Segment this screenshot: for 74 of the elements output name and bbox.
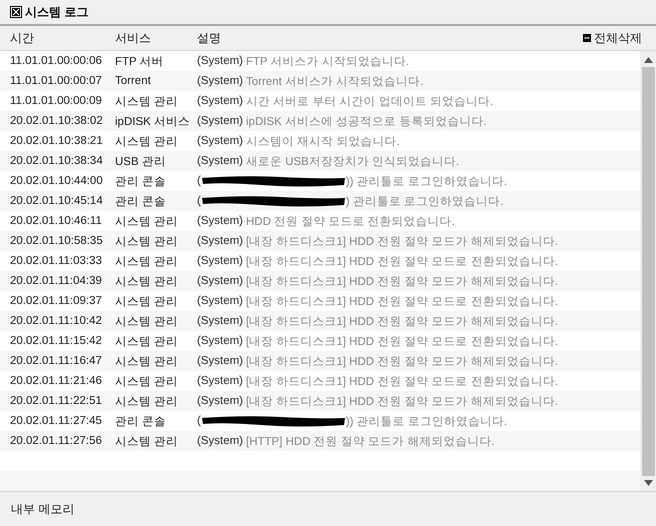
description-cell-text: )) 관리툴로 로그인하였습니다. <box>346 414 508 428</box>
description-cell-text: (System) [내장 하드디스크1] HDD 전원 절약 모드가 해제되었습니다. <box>197 234 558 248</box>
time-cell-text: 20.02.01.11:21:46 <box>10 375 103 387</box>
service-cell-text: 시스템 관리 <box>115 294 180 308</box>
description-cell-text: (System) [내장 하드디스크1] HDD 전원 절약 모드로 전환되었습니다. <box>197 254 558 268</box>
time-cell-text: 20.02.01.11:09:37 <box>10 295 103 307</box>
service-cell-text: 시스템 관리 <box>115 94 180 108</box>
column-header: 시간 <box>10 30 35 46</box>
service-cell-text: 시스템 관리 <box>115 254 180 268</box>
time-cell-text: 20.02.01.11:03:33 <box>10 255 103 267</box>
service-cell-text: 관리 콘솔 <box>115 174 168 188</box>
time-cell-text: 20.02.01.11:27:56 <box>10 435 103 447</box>
source-text: ( <box>197 175 201 187</box>
service-cell-text: 관리 콘솔 <box>115 194 168 208</box>
time-cell-text: 11.01.01.00:00:09 <box>10 95 103 107</box>
description-cell-text: (System) 시스템이 재시작 되었습니다. <box>197 134 400 148</box>
source-text: ( <box>197 195 201 207</box>
time-cell-text: 11.01.01.00:00:06 <box>10 55 103 67</box>
time-cell-text: 20.02.01.11:22:51 <box>10 395 103 407</box>
service-cell-text: 시스템 관리 <box>115 394 180 408</box>
scroll-down-icon[interactable] <box>644 480 652 486</box>
service-cell-text: 시스템 관리 <box>115 214 180 228</box>
service-cell-text: USB 관리 <box>115 154 167 168</box>
column-header: 서비스 <box>115 30 152 46</box>
description-cell-text: (System) [내장 하드디스크1] HDD 전원 절약 모드가 해제되었습니다. <box>197 274 558 288</box>
description-cell-text: (System) [내장 하드디스크1] HDD 전원 절약 모드가 해제되었습니다. <box>197 314 558 328</box>
time-cell-text: 11.01.01.00:00:07 <box>10 75 103 87</box>
description-cell-text: (System) FTP 서비스가 시작되었습니다. <box>197 54 410 68</box>
description-cell-text: (System) Torrent 서비스가 시작되었습니다. <box>197 74 424 88</box>
description-cell-text: (System) [HTTP] HDD 전원 절약 모드가 해제되었습니다. <box>197 434 494 448</box>
time-cell-text: 20.02.01.11:04:39 <box>10 275 103 287</box>
minus-square-icon <box>583 34 591 42</box>
time-cell-text: 20.02.01.11:15:42 <box>10 335 103 347</box>
time-cell-text: 20.02.01.11:16:47 <box>10 355 103 367</box>
service-cell-text: 시스템 관리 <box>115 434 180 448</box>
time-cell-text: 20.02.01.10:44:00 <box>10 175 104 187</box>
time-cell-text: 20.02.01.11:27:45 <box>10 415 103 427</box>
description-cell-text: (System) [내장 하드디스크1] HDD 전원 절약 모드가 해제되었습니다. <box>197 354 558 368</box>
source-text: ( <box>197 415 201 427</box>
log-icon <box>10 6 22 18</box>
time-cell-text: 20.02.01.10:58:35 <box>10 235 104 247</box>
service-cell-text: 시스템 관리 <box>115 354 180 368</box>
description-cell-text: ) 관리툴로 로그인하였습니다. <box>346 194 504 208</box>
column-header: 설명 <box>197 30 222 46</box>
description-cell-text: (System) HDD 전원 절약 모드로 전환되었습니다. <box>197 214 455 228</box>
time-cell-text: 20.02.01.10:38:02 <box>10 115 104 127</box>
service-cell-text: 시스템 관리 <box>115 274 180 288</box>
service-cell-text: FTP 서버 <box>115 54 165 68</box>
service-cell-text: 시스템 관리 <box>115 234 180 248</box>
description-cell-text: )) 관리툴로 로그인하였습니다. <box>346 174 508 188</box>
service-cell-text: 시스템 관리 <box>115 134 180 148</box>
description-cell-text: (System) ipDISK 서비스에 성공적으로 등록되었습니다. <box>197 114 487 128</box>
service-cell-text: Torrent <box>115 75 152 87</box>
service-cell-text: 시스템 관리 <box>115 374 180 388</box>
time-cell-text: 20.02.01.10:38:34 <box>10 155 104 167</box>
description-cell-text: (System) [내장 하드디스크1] HDD 전원 절약 모드로 전환되었습니다. <box>197 374 558 388</box>
service-cell-text: 시스템 관리 <box>115 334 180 348</box>
delete-all-button[interactable]: 전체삭제 <box>583 30 642 46</box>
description-cell-text: (System) 새로운 USB저장장치가 인식되었습니다. <box>197 154 460 168</box>
time-cell-text: 20.02.01.10:45:14 <box>10 195 104 207</box>
scroll-up-icon[interactable] <box>644 57 652 63</box>
description-cell-text: (System) [내장 하드디스크1] HDD 전원 절약 모드로 전환되었습니다. <box>197 294 558 308</box>
description-cell-text: (System) [내장 하드디스크1] HDD 전원 절약 모드가 해제되었습니다. <box>197 394 558 408</box>
footer-label: 내부 메모리 <box>11 500 74 518</box>
description-cell-text: (System) 시간 서버로 부터 시간이 업데이트 되었습니다. <box>197 94 494 108</box>
service-cell-text: 시스템 관리 <box>115 314 180 328</box>
time-cell-text: 20.02.01.10:46:11 <box>10 215 103 227</box>
service-cell-text: 관리 콘솔 <box>115 414 168 428</box>
scroll-thumb[interactable] <box>642 67 654 476</box>
description-cell-text: (System) [내장 하드디스크1] HDD 전원 절약 모드로 전환되었습니다. <box>197 334 558 348</box>
service-cell-text: ipDISK 서비스 <box>115 114 191 128</box>
time-cell-text: 20.02.01.11:10:42 <box>10 315 103 327</box>
time-cell-text: 20.02.01.10:38:21 <box>10 135 104 147</box>
window-title: 시스템 로그 <box>25 4 88 20</box>
